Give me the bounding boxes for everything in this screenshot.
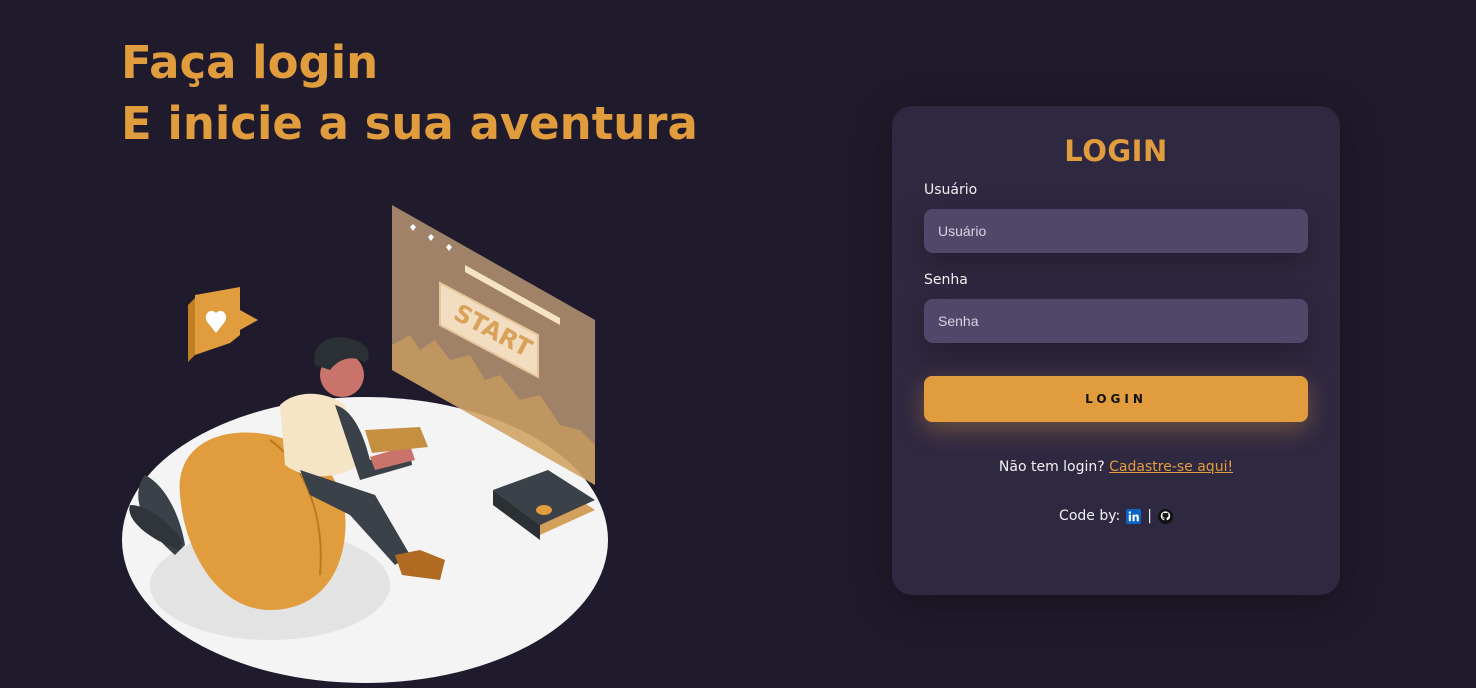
credits-separator: | [1147,508,1152,524]
credits-label: Code by: [1059,508,1121,524]
github-icon[interactable] [1157,508,1173,524]
hero-line-1: Faça login [121,36,379,89]
login-title: LOGIN [1064,134,1168,168]
username-label: Usuário [924,182,978,198]
password-input[interactable] [924,299,1308,343]
username-input[interactable] [924,209,1308,253]
gamer-illustration: START [122,205,608,683]
login-card: LOGIN Usuário Senha LOGIN Não tem login?… [892,106,1340,595]
chat-bubble-side [188,298,195,362]
signup-link[interactable]: Cadastre-se aqui! [1109,459,1233,475]
credits-row: Code by: | [892,508,1340,524]
linkedin-icon[interactable] [1126,508,1142,524]
password-label: Senha [924,272,968,288]
console-light [536,505,552,515]
hero-section: Faça login E inicie a sua aventura START [0,0,760,688]
signup-prompt: Não tem login? [998,459,1105,475]
chat-bubble-tail [240,310,258,330]
hero-line-2: E inicie a sua aventura [121,97,698,150]
signup-row: Não tem login? Cadastre-se aqui! [892,459,1340,475]
hero-headline: Faça login E inicie a sua aventura [121,32,698,154]
login-button[interactable]: LOGIN [924,376,1308,422]
